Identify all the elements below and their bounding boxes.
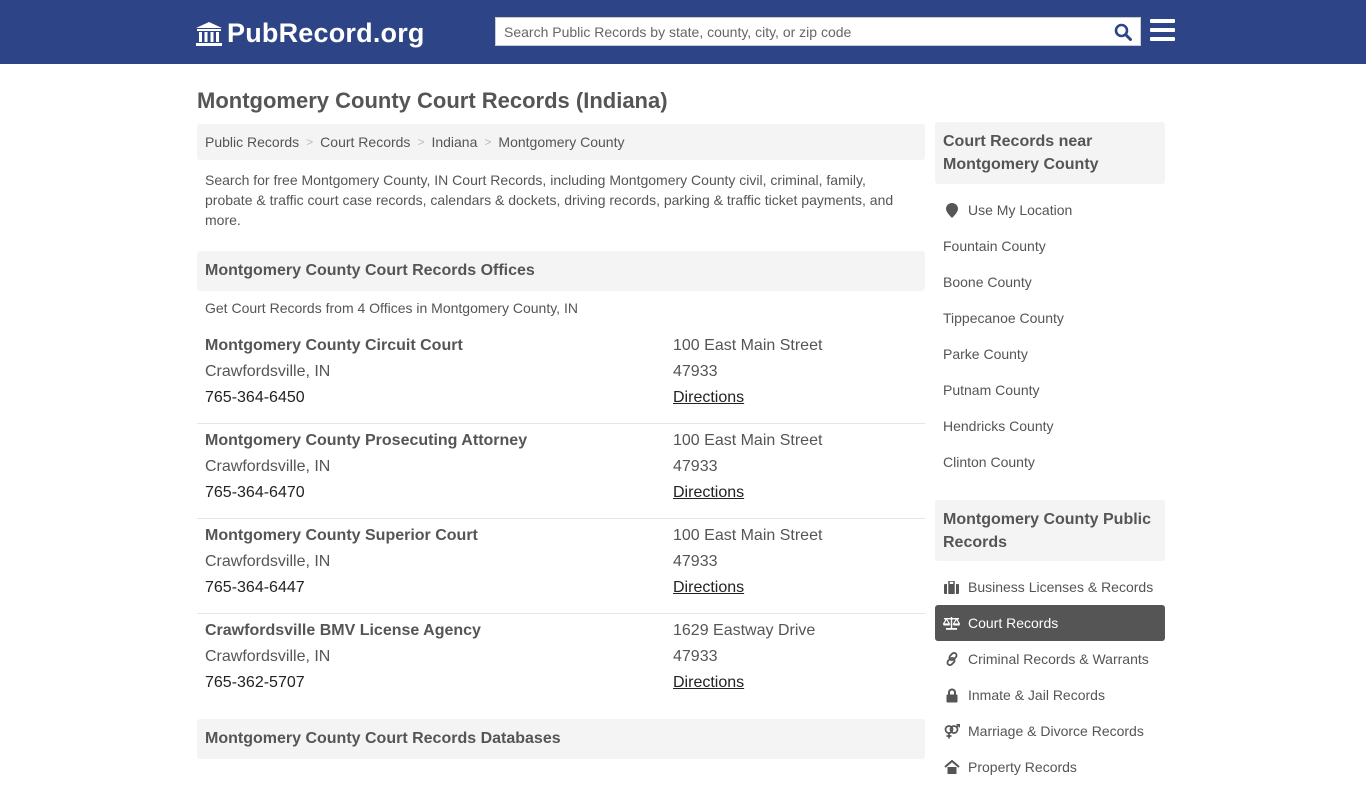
menu-button[interactable] <box>1150 19 1175 41</box>
office-phone[interactable]: 765-362-5707 <box>205 674 305 692</box>
search-input[interactable] <box>496 18 1106 45</box>
nearby-heading: Court Records near Montgomery County <box>935 122 1165 184</box>
search-bar <box>495 17 1141 46</box>
office-address: 100 East Main Street <box>673 527 823 544</box>
search-icon <box>1114 23 1132 41</box>
nearby-county-link[interactable]: Clinton County <box>935 444 1165 480</box>
office-phone[interactable]: 765-364-6450 <box>205 389 305 407</box>
offices-subtext: Get Court Records from 4 Offices in Mont… <box>205 300 578 316</box>
office-city: Crawfordsville, IN <box>205 648 331 665</box>
page-title: Montgomery County Court Records (Indiana… <box>197 88 668 113</box>
logo-text: PubRecord.org <box>227 18 425 48</box>
breadcrumb-separator: > <box>417 135 425 149</box>
sidebar-item-court-records[interactable]: Court Records <box>935 605 1165 641</box>
sidebar-item-label: Criminal Records & Warrants <box>968 651 1149 667</box>
office-item: Crawfordsville BMV License Agency Crawfo… <box>197 614 925 709</box>
directions-link[interactable]: Directions <box>673 674 744 692</box>
breadcrumb-court-records[interactable]: Court Records <box>320 134 410 150</box>
office-city: Crawfordsville, IN <box>205 363 331 380</box>
offices-heading: Montgomery County Court Records Offices <box>197 251 925 291</box>
office-name: Crawfordsville BMV License Agency <box>205 622 481 639</box>
breadcrumb-montgomery-county[interactable]: Montgomery County <box>498 134 624 150</box>
directions-link[interactable]: Directions <box>673 484 744 502</box>
site-logo[interactable]: PubRecord.org <box>195 18 425 49</box>
office-item: Montgomery County Circuit Court Crawford… <box>197 329 925 424</box>
nearby-county-link[interactable]: Fountain County <box>935 228 1165 264</box>
briefcase-icon <box>943 579 960 595</box>
scale-icon <box>943 615 960 631</box>
office-zip: 47933 <box>673 458 718 475</box>
use-my-location-link[interactable]: Use My Location <box>935 192 1165 228</box>
office-address: 100 East Main Street <box>673 337 823 354</box>
sidebar-item-business-licenses[interactable]: Business Licenses & Records <box>935 569 1165 605</box>
site-header: PubRecord.org <box>0 0 1366 64</box>
sidebar-item-label: Business Licenses & Records <box>968 579 1154 595</box>
office-item: Montgomery County Prosecuting Attorney C… <box>197 424 925 519</box>
search-button[interactable] <box>1106 18 1140 45</box>
office-address: 100 East Main Street <box>673 432 823 449</box>
office-name: Montgomery County Circuit Court <box>205 337 463 354</box>
breadcrumb-public-records[interactable]: Public Records <box>205 134 299 150</box>
intro-text: Search for free Montgomery County, IN Co… <box>205 172 894 228</box>
breadcrumb: Public Records > Court Records > Indiana… <box>197 124 925 160</box>
office-zip: 47933 <box>673 553 718 570</box>
courthouse-icon <box>196 21 222 46</box>
office-city: Crawfordsville, IN <box>205 458 331 475</box>
office-phone[interactable]: 765-364-6470 <box>205 484 305 502</box>
breadcrumb-separator: > <box>306 135 314 149</box>
map-marker-icon <box>943 202 960 218</box>
sidebar-item-label: Property Records <box>968 759 1077 775</box>
directions-link[interactable]: Directions <box>673 579 744 597</box>
office-city: Crawfordsville, IN <box>205 553 331 570</box>
hamburger-icon-bar <box>1150 37 1175 41</box>
hamburger-icon-bar <box>1150 28 1175 32</box>
office-phone[interactable]: 765-364-6447 <box>205 579 305 597</box>
public-records-heading: Montgomery County Public Records <box>935 500 1165 561</box>
sidebar-item-criminal-records[interactable]: Criminal Records & Warrants <box>935 641 1165 677</box>
nearby-county-link[interactable]: Hendricks County <box>935 408 1165 444</box>
nearby-county-link[interactable]: Parke County <box>935 336 1165 372</box>
office-zip: 47933 <box>673 363 718 380</box>
sidebar-item-property-records[interactable]: Property Records <box>935 749 1165 785</box>
gender-icon <box>943 723 960 739</box>
office-address: 1629 Eastway Drive <box>673 622 816 639</box>
breadcrumb-indiana[interactable]: Indiana <box>431 134 477 150</box>
breadcrumb-separator: > <box>484 135 492 149</box>
databases-heading: Montgomery County Court Records Database… <box>197 719 925 759</box>
link-icon <box>943 651 960 667</box>
hamburger-icon-bar <box>1150 19 1175 23</box>
home-icon <box>943 759 960 775</box>
nearby-county-link[interactable]: Tippecanoe County <box>935 300 1165 336</box>
sidebar-item-inmate-records[interactable]: Inmate & Jail Records <box>935 677 1165 713</box>
directions-link[interactable]: Directions <box>673 389 744 407</box>
sidebar-item-label: Marriage & Divorce Records <box>968 723 1144 739</box>
lock-icon <box>943 687 960 703</box>
nearby-county-link[interactable]: Boone County <box>935 264 1165 300</box>
sidebar-item-label: Court Records <box>968 615 1059 631</box>
office-item: Montgomery County Superior Court Crawfor… <box>197 519 925 614</box>
sidebar-item-label: Inmate & Jail Records <box>968 687 1105 703</box>
office-name: Montgomery County Superior Court <box>205 527 478 544</box>
nearby-county-link[interactable]: Putnam County <box>935 372 1165 408</box>
office-name: Montgomery County Prosecuting Attorney <box>205 432 528 449</box>
office-zip: 47933 <box>673 648 718 665</box>
sidebar-item-marriage-records[interactable]: Marriage & Divorce Records <box>935 713 1165 749</box>
use-my-location-label: Use My Location <box>968 202 1073 218</box>
